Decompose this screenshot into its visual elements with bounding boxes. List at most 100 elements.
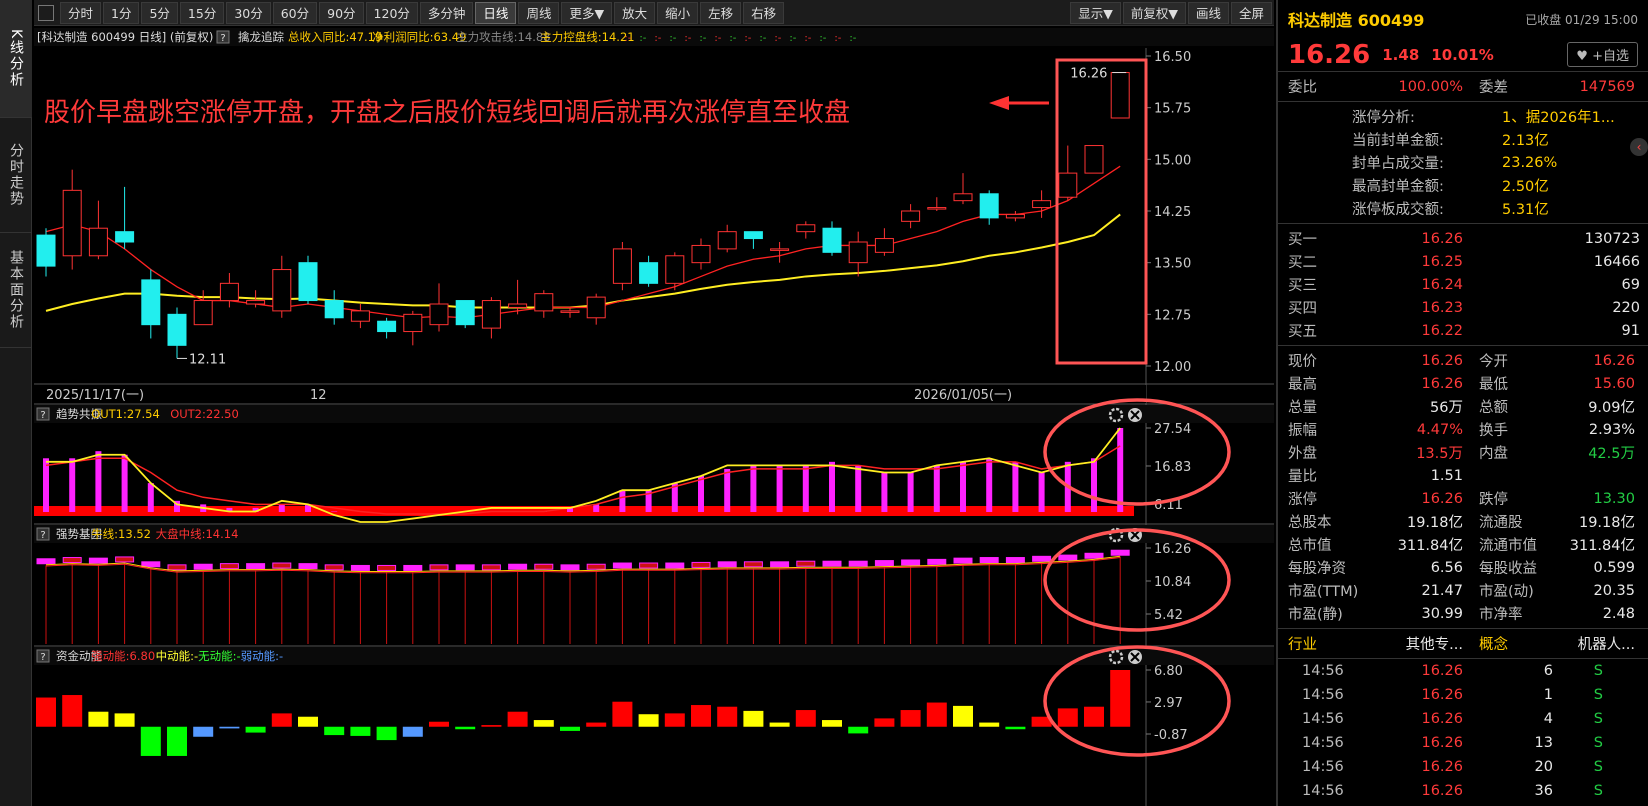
left-tab-2[interactable]: 基本面分析 [0,233,32,348]
add-watchlist-button[interactable]: ♥ +自选 [1567,42,1638,67]
stat-label-2-a: 总量 [1288,400,1317,416]
quote-stats: 现价 16.26 今开 16.26 最高 16.26 最低 15.60 总量 56万 总额 9.09亿… [1278,346,1648,629]
tick-time-1: 14:56 [1302,687,1344,703]
candle-body-11 [324,300,344,319]
sub1-bar-3 [121,454,128,512]
limit-label-4: 涨停板成交额: [1352,202,1444,218]
period-button-1[interactable]: 1分 [103,1,140,24]
stat-value-5-a: 1.51 [1430,467,1463,484]
stat-value-0-a: 16.26 [1421,352,1463,369]
period-button-8[interactable]: 多分钟 [419,1,474,24]
period-button-13[interactable]: 缩小 [657,1,699,24]
stat-label-11-a: 市盈(静) [1288,607,1343,623]
tick-side-3: S [1593,735,1603,751]
period-button-12[interactable]: 放大 [614,1,656,24]
toolbar-right-button-0[interactable]: 显示▼ [1070,1,1121,24]
period-button-4[interactable]: 30分 [226,1,271,24]
kline-chart[interactable]: [科达制造 600499 日线] (前复权)? 擒龙追踪 总收入同比:47.19净利… [34,28,1274,806]
industry-value[interactable]: 其他专... [1373,633,1463,654]
price-axis-label-6: 12.00 [1154,360,1191,375]
limit-label-2: 封单占成交量: [1352,156,1444,172]
toolbar-right-button-2[interactable]: 画线 [1187,1,1229,24]
period-button-15[interactable]: 右移 [743,1,785,24]
period-button-14[interactable]: 左移 [700,1,742,24]
period-button-7[interactable]: 120分 [365,1,418,24]
legend-filler-5: :- [699,33,706,44]
candle-body-21 [586,296,606,319]
candle-body-3 [115,231,135,243]
sub2-box-39 [1058,554,1078,561]
chart-area[interactable]: [科达制造 600499 日线] (前复权)? 擒龙追踪 总收入同比:47.19 净利… [34,28,1274,806]
heart-icon: ♥ [1576,49,1588,64]
toolbar-right-button-3[interactable]: 全屏 [1230,1,1272,24]
sub2-box-28 [770,561,790,568]
stat-value-11-a: 30.99 [1421,605,1463,622]
legend-filler-0: :- [624,33,631,44]
sub3-bar-10 [298,716,318,727]
stat-label-6-b: 跌停 [1479,492,1508,508]
stat-value-7-a: 19.18亿 [1406,515,1463,531]
stat-label-5-a: 量比 [1288,469,1317,485]
tick-price-4: 16.26 [1421,759,1463,775]
date-label-2: 2026/01/05(一) [914,388,1012,403]
sub2-box-40 [1084,552,1104,559]
period-button-2[interactable]: 5分 [141,1,178,24]
sub3-bar-7 [219,726,240,729]
tick-side-5: S [1593,783,1603,799]
period-button-9[interactable]: 日线 [475,1,517,24]
period-button-6[interactable]: 90分 [319,1,364,24]
candle-body-27 [743,231,763,240]
sub3-bar-30 [822,720,842,727]
stat-value-6-a: 16.26 [1421,490,1463,507]
stat-value-11-b: 2.48 [1602,605,1635,622]
sub3-bar-40 [1084,706,1104,727]
sub1-bar-35 [960,461,966,512]
annotation-arrow-head [989,96,1009,110]
sub2-box-16 [455,564,475,571]
tick-side-2: S [1593,711,1603,727]
stat-value-0-b: 16.26 [1593,352,1635,369]
tick-price-1: 16.26 [1421,687,1463,703]
sub2-box-33 [901,559,921,566]
sub3-bar-13 [376,726,397,741]
left-tab-1[interactable]: 分时走势 [0,118,32,233]
tick-row: 14:56 16.26 4 S [1278,707,1648,731]
stat-label-6-a: 涨停 [1288,492,1317,508]
left-tab-0[interactable]: K线分析 [0,0,32,118]
candle-body-7 [219,282,239,302]
legend-filler-1: :- [639,33,646,44]
price-axis-label-4: 13.50 [1154,257,1191,272]
candle-body-26 [717,231,737,250]
concept-value[interactable]: 机器人... [1563,633,1643,654]
period-button-11[interactable]: 更多▼ [561,1,613,24]
period-button-0[interactable]: 分时 [60,1,102,24]
period-button-3[interactable]: 15分 [179,1,225,24]
sub2-box-4 [141,561,161,568]
date-label-1: 12 [310,388,327,403]
sub2-box-6 [193,563,213,570]
stat-label-1-a: 最高 [1288,377,1317,393]
toolbar-checkbox[interactable] [38,4,54,21]
candle-body-32 [874,238,894,253]
period-button-10[interactable]: 周线 [518,1,560,24]
sub2-box-35 [953,557,973,564]
stat-label-2-b: 总额 [1479,400,1508,416]
stat-value-3-b: 2.93% [1588,421,1635,438]
left-tab-bar: K线分析 分时走势 基本面分析 [0,0,32,806]
collapse-arrow-icon[interactable]: ‹ [1630,138,1648,156]
stat-label-9-a: 每股净资 [1288,561,1346,577]
sub3-bar-23 [638,714,659,727]
candle-body-40 [1084,145,1104,174]
sub2-box-24 [665,562,685,569]
stat-label-0-b: 今开 [1479,354,1508,370]
sub2-box-38 [1032,555,1052,562]
toolbar-right-button-1[interactable]: 前复权▼ [1122,1,1186,24]
sub2-box-14 [403,564,423,571]
sub2-box-0 [36,558,56,565]
sub2-box-32 [874,560,894,567]
period-button-5[interactable]: 60分 [272,1,318,24]
stat-label-4-a: 外盘 [1288,446,1317,462]
stat-value-1-b: 15.60 [1593,375,1635,392]
stat-label-0-a: 现价 [1288,354,1317,370]
ma-yellow-line [45,213,1121,312]
